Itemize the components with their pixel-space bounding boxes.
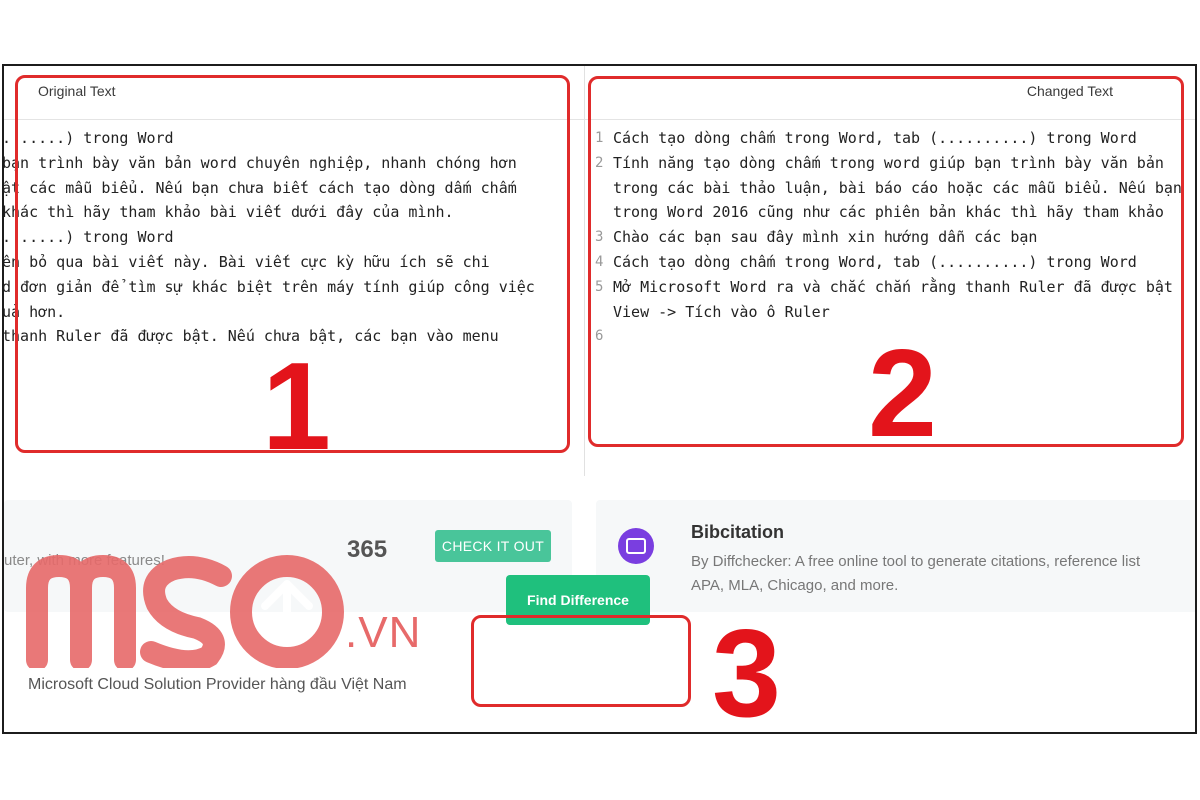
bibcitation-card[interactable]: Bibcitation By Diffchecker: A free onlin… (596, 500, 1195, 612)
bibcitation-icon (618, 528, 654, 564)
logo-tagline: Microsoft Cloud Solution Provider hàng đ… (28, 676, 407, 693)
annotation-number-1: 1 (262, 338, 331, 476)
mso-watermark-logo: .VN Microsoft Cloud Solution Provider hà… (25, 548, 465, 708)
bibcitation-description: By Diffchecker: A free online tool to ge… (691, 550, 1140, 598)
bibcitation-desc-line: APA, MLA, Chicago, and more. (691, 577, 899, 594)
annotation-number-2: 2 (868, 325, 937, 463)
bibcitation-title: Bibcitation (691, 522, 784, 542)
highlight-box-3 (471, 615, 691, 707)
annotation-number-3: 3 (712, 605, 781, 743)
bibcitation-desc-line: By Diffchecker: A free online tool to ge… (691, 553, 1141, 570)
mso-logo-icon (26, 554, 344, 668)
logo-suffix: .VN (345, 608, 422, 657)
